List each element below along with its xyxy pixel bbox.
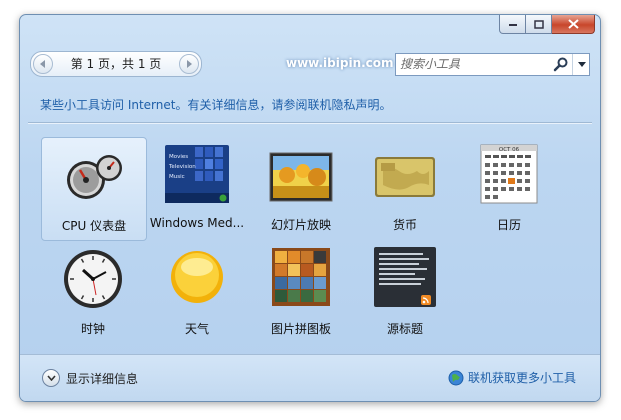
gadget-gallery-window: 第 1 页，共 1 页 www.ibipin.com 某些小工具访问 Inter… (19, 14, 601, 402)
show-details-label: 显示详细信息 (66, 371, 139, 386)
next-page-button[interactable] (179, 54, 199, 74)
calendar-month: OCT 06 (499, 147, 520, 153)
gadget-label: 图片拼图板 (270, 322, 331, 336)
search-box (395, 53, 590, 76)
gadget-media-center[interactable]: Movies Television Music Windows Med... (145, 137, 249, 239)
maximize-button[interactable] (526, 15, 552, 34)
puzzle-icon (272, 248, 330, 306)
gadget-label: 时钟 (80, 322, 105, 336)
search-icon[interactable] (553, 56, 569, 72)
gadget-feed-headlines[interactable]: 源标题 (353, 241, 457, 343)
previous-page-button[interactable] (33, 54, 53, 74)
get-more-gadgets-link[interactable]: 联机获取更多小工具 (448, 369, 576, 386)
search-input[interactable] (400, 56, 550, 72)
gadget-label: 货币 (392, 218, 417, 232)
gadget-label: 幻灯片放映 (270, 218, 331, 232)
gadget-currency[interactable]: 货币 (353, 137, 457, 239)
gadget-cpu-meter[interactable]: CPU 仪表盘 (41, 137, 147, 241)
minimize-button[interactable] (499, 15, 526, 34)
chevron-down-icon (46, 375, 56, 381)
currency-icon (375, 157, 435, 197)
gadget-label: 日历 (496, 218, 521, 232)
footer-bar: 显示详细信息 联机获取更多小工具 (20, 354, 600, 401)
close-icon (567, 19, 579, 29)
media-thumb-line-3: Music (169, 174, 185, 180)
gadget-label: 源标题 (386, 322, 423, 336)
show-details-button[interactable]: 显示详细信息 (42, 369, 138, 387)
feed-headlines-icon (374, 247, 436, 307)
divider (28, 122, 592, 124)
minimize-icon (508, 24, 517, 26)
cpu-meter-icon (67, 155, 122, 199)
caption-buttons (499, 15, 595, 34)
site-watermark: www.ibipin.com (286, 56, 394, 70)
slideshow-icon (269, 152, 333, 202)
gadget-weather[interactable]: 天气 (145, 241, 249, 343)
maximize-icon (533, 19, 544, 29)
calendar-icon: OCT 06 (480, 144, 538, 204)
gadget-label: 天气 (184, 322, 209, 336)
details-toggle[interactable] (42, 369, 60, 387)
page-indicator: 第 1 页，共 1 页 (70, 57, 162, 71)
media-thumb-line-2: Television (168, 164, 196, 170)
media-center-icon: Movies Television Music (165, 145, 229, 203)
gadget-picture-puzzle[interactable]: 图片拼图板 (249, 241, 353, 343)
media-thumb-line-1: Movies (169, 154, 188, 160)
gadget-calendar[interactable]: OCT 06 日历 (457, 137, 561, 239)
gadget-slideshow[interactable]: 幻灯片放映 (249, 137, 353, 239)
close-button[interactable] (552, 15, 595, 34)
chevron-left-icon (40, 60, 45, 68)
page-navigator: 第 1 页，共 1 页 (30, 51, 202, 77)
chevron-right-icon (187, 60, 192, 68)
privacy-notice-link[interactable]: 某些小工具访问 Internet。有关详细信息，请参阅联机隐私声明。 (40, 96, 391, 113)
gadget-label: CPU 仪表盘 (61, 219, 127, 233)
search-dropdown-button[interactable] (572, 54, 590, 75)
clock-icon (64, 250, 122, 308)
weather-icon (171, 251, 223, 303)
gadget-clock[interactable]: 时钟 (41, 241, 145, 343)
gadget-label: Windows Med... (149, 216, 245, 230)
globe-icon (448, 370, 464, 385)
get-more-gadgets-label: 联机获取更多小工具 (467, 371, 576, 385)
dropdown-arrow-icon (577, 62, 586, 67)
